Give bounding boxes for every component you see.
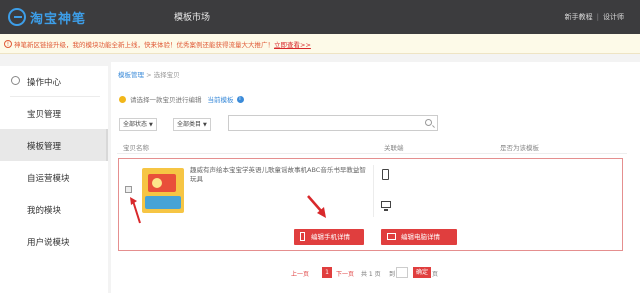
breadcrumb-root[interactable]: 模板管理: [118, 71, 144, 79]
sidebar-heading-label: 操作中心: [27, 78, 62, 88]
caret-down-icon: ▼: [203, 122, 207, 128]
product-thumbnail[interactable]: [142, 168, 184, 213]
table-header: 宝贝名称 关联端 是否为该模板: [117, 140, 627, 154]
page-number-input[interactable]: [396, 267, 408, 278]
tip-text: 请选择一款宝贝进行编辑: [130, 96, 202, 104]
notice-view-link[interactable]: 立即查看>>: [274, 41, 311, 49]
current-page-button[interactable]: 1: [322, 267, 332, 278]
sidebar-item-label: 我的模块: [27, 206, 62, 216]
next-page-button[interactable]: 下一页: [336, 269, 354, 278]
sidebar-item-product-management[interactable]: 宝贝管理: [0, 97, 108, 129]
lightbulb-icon: [119, 95, 126, 103]
search-input[interactable]: [228, 115, 438, 131]
goto-label: 到: [389, 271, 396, 278]
sidebar-item-label: 自运营模块: [27, 174, 70, 184]
column-header-product-name: 宝贝名称: [123, 144, 149, 152]
edit-pc-details-button[interactable]: 编辑电脑详情: [381, 229, 457, 245]
current-template-link[interactable]: 当前模板: [208, 94, 234, 104]
logo-text: 淘宝神笔: [30, 11, 87, 27]
status-filter-value: 全部状态: [123, 121, 148, 128]
divider: [373, 165, 374, 217]
page-suffix: 页: [432, 271, 439, 278]
help-icon[interactable]: i: [236, 95, 244, 103]
button-label: 编辑电脑详情: [401, 233, 440, 241]
sidebar-heading: 操作中心: [0, 66, 108, 97]
row-checkbox[interactable]: [125, 186, 132, 193]
prev-page-button[interactable]: 上一页: [291, 269, 309, 278]
product-image-shape: [145, 196, 181, 209]
button-label: 编辑手机详情: [311, 233, 350, 241]
tutorial-link[interactable]: 新手教程: [565, 12, 593, 22]
operation-center-icon: [11, 76, 20, 85]
caret-down-icon: ▼: [149, 122, 153, 128]
top-links: 新手教程 | 设计师: [565, 12, 624, 22]
sidebar-item-label: 宝贝管理: [27, 110, 62, 120]
breadcrumb: 模板管理 > 选择宝贝: [118, 69, 180, 79]
sidebar-item-my-modules[interactable]: 我的模块: [0, 193, 108, 225]
red-arrow-annotation: [307, 195, 326, 218]
status-filter-select[interactable]: 全部状态 ▼: [119, 118, 157, 131]
info-icon: !: [4, 40, 12, 48]
sidebar-item-label: 模板管理: [27, 142, 62, 152]
designer-link[interactable]: 设计师: [603, 12, 624, 22]
sidebar-item-label: 用户说模块: [27, 238, 70, 248]
sidebar: 操作中心 宝贝管理 模板管理 自运营模块 我的模块 用户说模块: [0, 66, 108, 293]
desktop-computer-icon: [381, 201, 391, 211]
product-title[interactable]: 趣威有声绘本宝宝学英语儿歌童谣故事机ABC音乐书早教益智玩具: [190, 166, 370, 184]
notice-banner: ! 神笔新区链接升级，我的模块功能全新上线，快来体验！优秀案例还能获得流量大大推…: [0, 34, 640, 54]
search-icon[interactable]: [425, 119, 432, 126]
top-navigation-bar: 淘宝神笔 模板市场 新手教程 | 设计师: [0, 0, 640, 34]
sidebar-item-template-management[interactable]: 模板管理: [0, 129, 108, 161]
sidebar-item-user-review-modules[interactable]: 用户说模块: [0, 225, 108, 257]
category-filter-select[interactable]: 全部类目 ▼: [173, 118, 211, 131]
product-image-shape: [152, 178, 162, 188]
breadcrumb-current: 选择宝贝: [153, 71, 180, 79]
page-title: 模板市场: [174, 13, 211, 23]
desktop-computer-icon: [387, 233, 396, 240]
notice-message: 神笔新区链接升级，我的模块功能全新上线，快来体验！优秀案例还能获得流量大大推广！: [14, 41, 274, 49]
column-header-linked-terminal: 关联端: [384, 144, 404, 152]
main-panel: 模板管理 > 选择宝贝 请选择一款宝贝进行编辑 当前模板 i 全部状态 ▼ 全部类…: [111, 62, 640, 293]
category-filter-value: 全部类目: [177, 121, 202, 128]
column-header-is-template: 是否为该模板: [500, 144, 539, 152]
sidebar-item-self-operated-modules[interactable]: 自运营模块: [0, 161, 108, 193]
logo-icon: [8, 8, 26, 26]
mobile-phone-icon: [300, 232, 305, 241]
divider: |: [596, 13, 599, 21]
table-row[interactable]: 趣威有声绘本宝宝学英语儿歌童谣故事机ABC音乐书早教益智玩具 编辑手机详情 编辑…: [118, 158, 623, 251]
confirm-page-button[interactable]: 确定: [413, 267, 431, 278]
mobile-phone-icon: [382, 169, 389, 180]
logo[interactable]: 淘宝神笔: [8, 7, 86, 27]
breadcrumb-separator: >: [146, 71, 152, 79]
edit-mobile-details-button[interactable]: 编辑手机详情: [294, 229, 364, 245]
total-pages: 共 1 页: [361, 271, 381, 278]
red-arrow-annotation: [130, 197, 141, 224]
selection-tip: 请选择一款宝贝进行编辑 当前模板 i: [119, 94, 244, 104]
notice-text: 神笔新区链接升级，我的模块功能全新上线，快来体验！优秀案例还能获得流量大大推广！…: [14, 39, 311, 49]
